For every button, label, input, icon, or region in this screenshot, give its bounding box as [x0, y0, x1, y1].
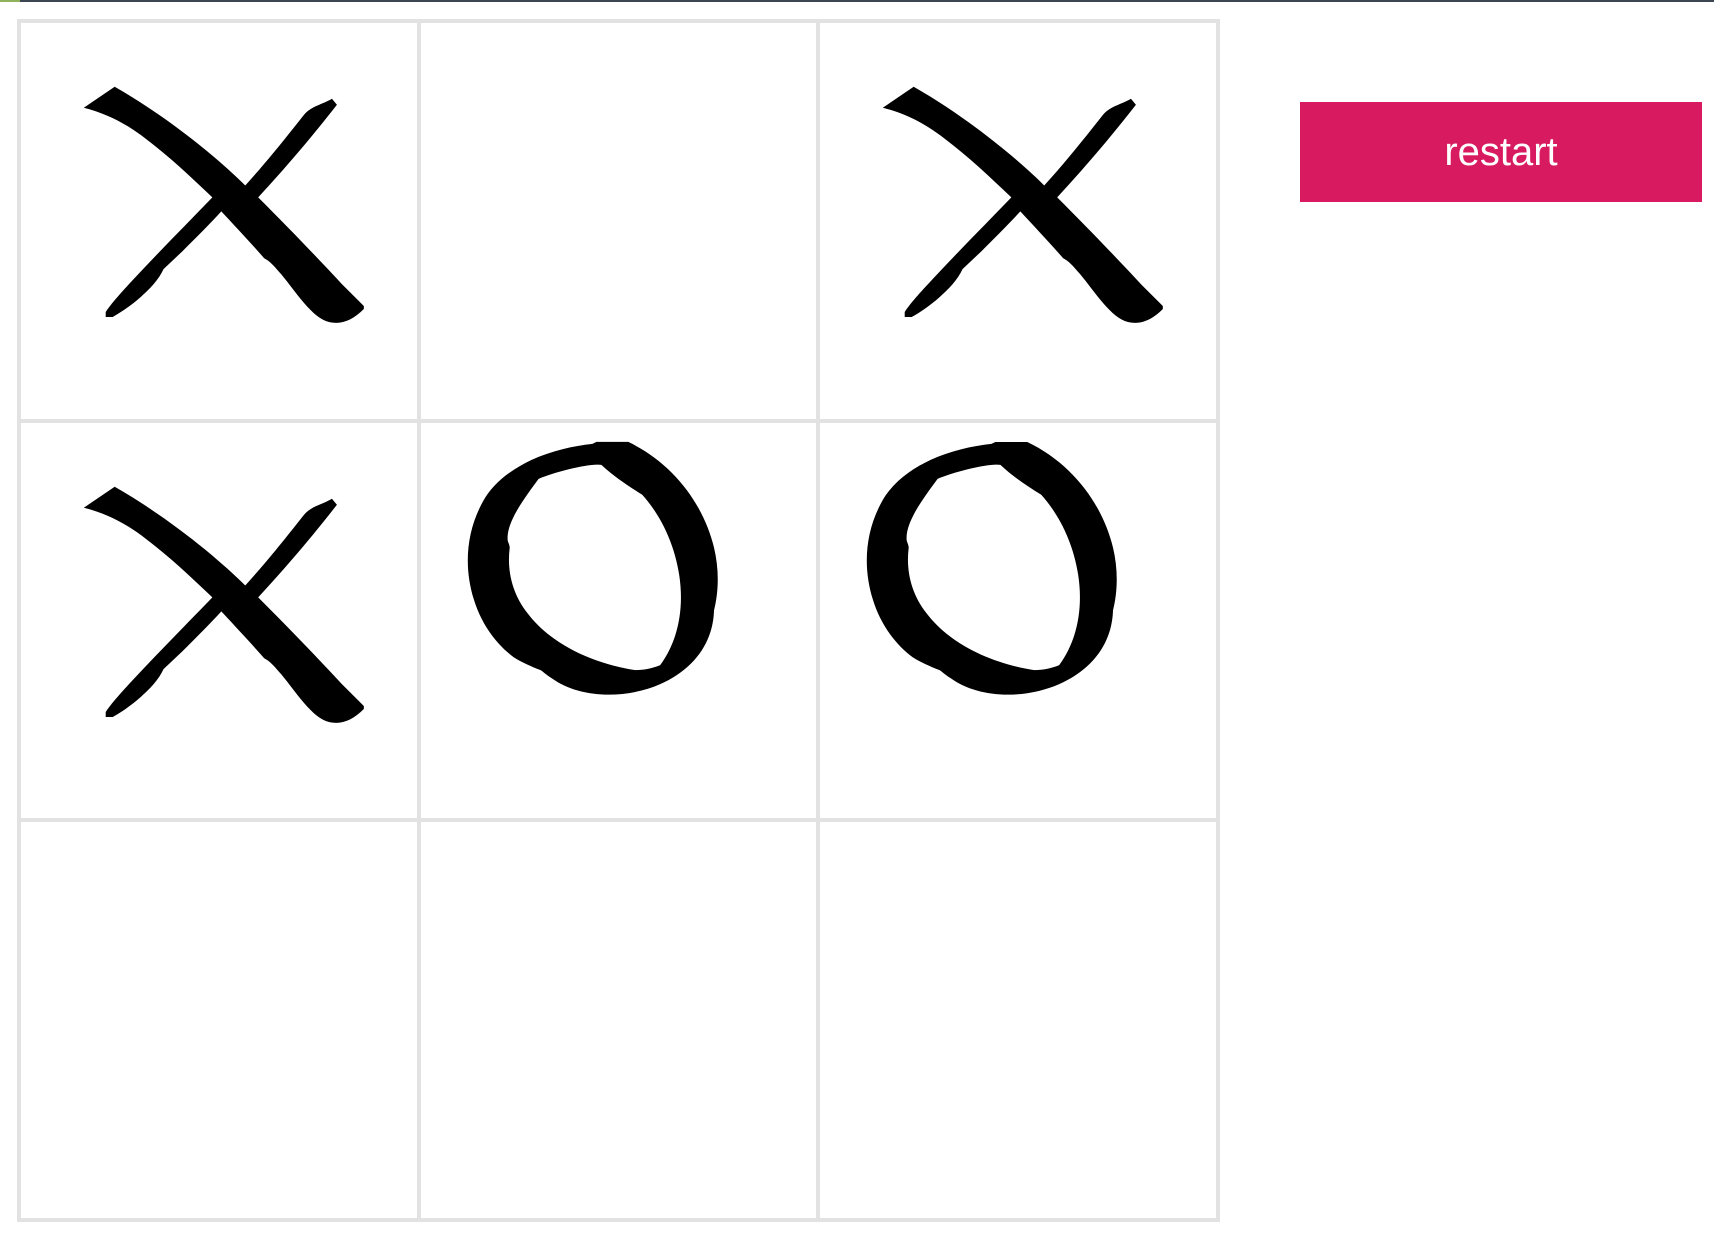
- x-mark-icon: [83, 486, 364, 723]
- board-cell-6[interactable]: [818, 420, 1218, 821]
- board-cell-2[interactable]: [418, 21, 819, 421]
- o-mark-icon: [467, 441, 718, 695]
- board-cell-5[interactable]: [418, 420, 819, 821]
- board-cell-4[interactable]: [19, 420, 419, 821]
- board-cell-8[interactable]: [418, 820, 819, 1220]
- board-cell-9[interactable]: [818, 820, 1218, 1220]
- board-cell-3[interactable]: [818, 21, 1218, 421]
- game-board: [17, 19, 1220, 1222]
- top-accent-line: [0, 0, 1714, 2]
- o-mark-icon: [867, 441, 1118, 695]
- board-cell-1[interactable]: [19, 21, 419, 421]
- board-cell-7[interactable]: [19, 820, 419, 1220]
- restart-button[interactable]: restart: [1300, 102, 1702, 202]
- x-mark-icon: [83, 86, 364, 323]
- x-mark-icon: [883, 86, 1164, 323]
